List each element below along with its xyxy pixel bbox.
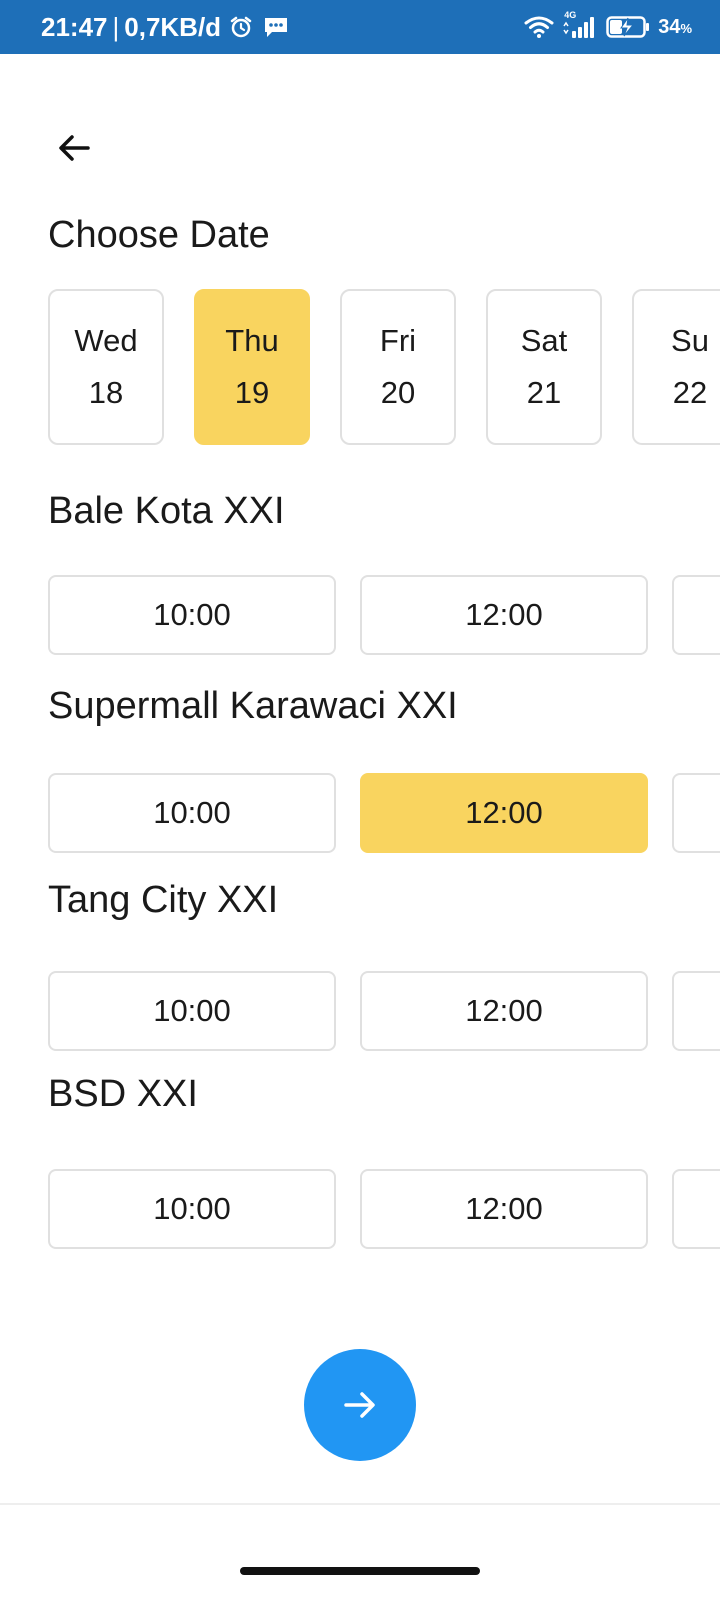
date-weekday: Su [671,323,709,358]
date-weekday: Wed [74,323,138,358]
cinema-title: Bale Kota XXI [48,490,285,532]
showtime-button[interactable] [672,575,720,655]
status-bar-left: 21:47 | 0,7KB/d [41,0,297,54]
arrow-left-icon [59,135,90,161]
back-button[interactable] [48,122,100,174]
showtime-button[interactable]: 12:00 [360,971,648,1051]
network-type-label: 4G [564,10,577,20]
cinema-title: BSD XXI [48,1073,198,1115]
cinema-title: Tang City XXI [48,879,279,921]
showtime-button[interactable]: 10:00 [48,773,336,853]
status-network-speed: 0,7KB/d [124,11,222,42]
showtime-button[interactable]: 12:00 [360,773,648,853]
showtime-button[interactable]: 12:00 [360,575,648,655]
alarm-icon [229,15,253,39]
choose-date-title: Choose Date [48,214,270,256]
showtime-button[interactable] [672,1169,720,1249]
status-time: 21:47 [41,11,108,42]
signal-icon: 4G [562,10,598,40]
battery-charging-icon [606,15,650,39]
showtime-row[interactable]: 10:00 12:00 [48,971,720,1053]
date-picker[interactable]: Wed 18 Thu 19 Fri 20 Sat 21 Su 22 [48,289,720,451]
showtime-row[interactable]: 10:00 12:00 [48,773,720,855]
cinema-title: Supermall Karawaci XXI [48,685,458,727]
status-bar: 21:47 | 0,7KB/d 4G 34% [0,0,720,54]
battery-level: 34% [658,15,692,38]
showtime-button[interactable]: 10:00 [48,575,336,655]
home-indicator[interactable] [240,1567,480,1575]
date-card[interactable]: Fri 20 [340,289,456,445]
showtime-button[interactable]: 10:00 [48,1169,336,1249]
showtime-button[interactable]: 12:00 [360,1169,648,1249]
date-card[interactable]: Su 22 [632,289,720,445]
next-button[interactable] [304,1349,416,1461]
status-separator: | [112,11,120,42]
showtime-row[interactable]: 10:00 12:00 [48,1169,720,1251]
date-weekday: Sat [520,323,568,358]
date-day-number: 21 [526,375,562,410]
date-card[interactable]: Thu 19 [194,289,310,445]
date-weekday: Fri [379,323,417,358]
date-card[interactable]: Wed 18 [48,289,164,445]
message-icon [263,15,289,39]
date-card[interactable]: Sat 21 [486,289,602,445]
showtime-button[interactable] [672,971,720,1051]
status-bar-right: 4G 34% [524,0,692,54]
date-day-number: 19 [234,375,270,410]
date-weekday: Thu [225,323,279,358]
wifi-icon [524,15,554,39]
showtime-button[interactable]: 10:00 [48,971,336,1051]
showtime-row[interactable]: 10:00 12:00 [48,575,720,657]
arrow-right-icon [344,1392,375,1418]
showtime-button[interactable] [672,773,720,853]
date-day-number: 20 [380,375,416,410]
date-day-number: 18 [88,375,124,410]
bottom-divider [0,1503,720,1505]
date-day-number: 22 [672,375,708,410]
